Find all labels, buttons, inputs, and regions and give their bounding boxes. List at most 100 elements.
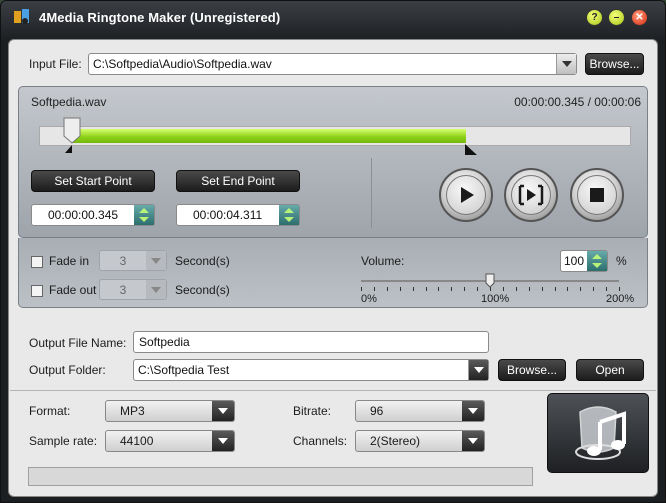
format-value: MP3	[120, 404, 145, 418]
volume-tick	[515, 287, 517, 291]
end-time-spinner[interactable]: 00:00:04.311	[176, 204, 300, 226]
arrow-up-icon	[284, 208, 294, 213]
chevron-down-icon	[151, 257, 161, 264]
fade-out-checkbox[interactable]	[31, 285, 43, 297]
chevron-down-icon	[561, 61, 572, 67]
divider	[10, 390, 656, 391]
sample-rate-select[interactable]: 44100	[105, 430, 235, 452]
divider	[371, 158, 372, 228]
chevron-down-icon	[468, 438, 478, 444]
start-time-value: 00:00:00.345	[48, 208, 119, 222]
arrow-down-icon	[139, 217, 149, 222]
start-time-spinner[interactable]: 00:00:00.345	[31, 204, 155, 226]
bitrate-select[interactable]: 96	[355, 400, 485, 422]
input-file-label: Input File:	[29, 57, 82, 71]
app-logo-icon	[14, 9, 29, 24]
volume-tick	[580, 287, 582, 291]
volume-spinner[interactable]: 100	[560, 250, 608, 272]
volume-tick	[593, 287, 595, 291]
volume-tick	[554, 287, 556, 291]
volume-max-label: 200%	[606, 293, 635, 305]
input-file-combo[interactable]: C:\Softpedia\Audio\Softpedia.wav	[88, 53, 577, 75]
volume-tick	[451, 287, 453, 291]
fade-out-seconds-combo[interactable]: 3	[99, 279, 167, 300]
arrow-down-icon	[592, 263, 602, 268]
format-label: Format:	[29, 404, 71, 418]
volume-tick	[541, 287, 543, 291]
volume-stepper[interactable]	[587, 251, 607, 271]
help-button[interactable]: ?	[586, 9, 603, 26]
end-time-stepper[interactable]	[279, 205, 299, 225]
volume-tick	[361, 287, 362, 291]
chevron-down-icon	[468, 408, 478, 414]
open-folder-button[interactable]: Open	[576, 359, 644, 381]
output-folder-label: Output Folder:	[29, 363, 106, 377]
play-selection-icon	[518, 184, 544, 206]
minimize-button[interactable]: –	[608, 9, 625, 26]
sample-rate-label: Sample rate:	[29, 434, 98, 448]
clip-filename: Softpedia.wav	[31, 95, 107, 109]
stop-button[interactable]	[570, 168, 624, 222]
arrow-up-icon	[592, 254, 602, 259]
volume-tick	[567, 287, 569, 291]
clip-time-display: 00:00:00.345 / 00:00:06	[514, 95, 641, 109]
chevron-down-icon	[473, 367, 484, 373]
play-selection-button[interactable]	[504, 168, 558, 222]
output-folder-combo[interactable]: C:\Softpedia Test	[133, 359, 489, 381]
sample-rate-value: 44100	[120, 434, 154, 448]
volume-tick	[464, 287, 466, 291]
volume-tick	[528, 287, 530, 291]
volume-tick	[399, 287, 401, 291]
input-file-dropdown-button[interactable]	[556, 54, 576, 74]
conversion-progress-bar	[28, 467, 533, 486]
output-browse-button[interactable]: Browse...	[498, 359, 566, 381]
bitrate-label: Bitrate:	[293, 404, 332, 418]
volume-value: 100	[564, 254, 585, 268]
play-button[interactable]	[439, 168, 493, 222]
stop-icon	[590, 188, 604, 202]
end-time-value: 00:00:04.311	[193, 208, 263, 222]
channels-label: Channels:	[293, 434, 348, 448]
output-folder-value: C:\Softpedia Test	[138, 363, 230, 377]
selection-range	[72, 129, 467, 143]
volume-tick	[373, 287, 375, 291]
fade-out-unit: Second(s)	[175, 283, 230, 297]
arrow-up-icon	[139, 208, 149, 213]
volume-min-label: 0%	[361, 293, 377, 305]
fade-out-label: Fade out	[49, 283, 97, 297]
volume-tick	[425, 287, 427, 291]
volume-label: Volume:	[361, 254, 405, 268]
arrow-down-icon	[284, 217, 294, 222]
volume-tick	[619, 287, 620, 291]
window-title: 4Media Ringtone Maker (Unregistered)	[39, 10, 281, 25]
format-select[interactable]: MP3	[105, 400, 235, 422]
channels-select[interactable]: 2(Stereo)	[355, 430, 485, 452]
output-folder-dropdown-button[interactable]	[468, 360, 488, 380]
help-icon: ?	[591, 12, 598, 23]
fade-in-checkbox[interactable]	[31, 256, 43, 268]
output-name-input[interactable]: Softpedia	[133, 331, 489, 353]
volume-slider-thumb[interactable]	[485, 273, 495, 288]
input-browse-button[interactable]: Browse...	[585, 53, 644, 75]
fade-in-label: Fade in	[49, 254, 90, 268]
set-start-point-button[interactable]: Set Start Point	[31, 170, 155, 192]
chevron-down-icon	[218, 408, 228, 414]
set-end-point-button[interactable]: Set End Point	[176, 170, 300, 192]
bitrate-value: 96	[370, 404, 384, 418]
volume-mid-label: 100%	[481, 293, 510, 305]
minimize-icon: –	[613, 12, 620, 23]
start-time-stepper[interactable]	[134, 205, 154, 225]
volume-tick	[606, 287, 608, 291]
output-name-label: Output File Name:	[29, 336, 127, 350]
fade-in-seconds-value: 3	[119, 253, 127, 268]
close-button[interactable]: ✕	[631, 9, 648, 26]
fade-in-seconds-combo[interactable]: 3	[99, 250, 167, 271]
volume-tick	[386, 287, 388, 291]
end-marker[interactable]	[464, 144, 478, 156]
volume-unit: %	[616, 254, 627, 268]
start-handle[interactable]	[61, 116, 83, 154]
app-window: 4Media Ringtone Maker (Unregistered) ? –…	[0, 0, 666, 503]
input-file-value: C:\Softpedia\Audio\Softpedia.wav	[93, 57, 272, 71]
convert-button[interactable]	[547, 393, 649, 473]
waveform-track[interactable]	[39, 126, 631, 146]
